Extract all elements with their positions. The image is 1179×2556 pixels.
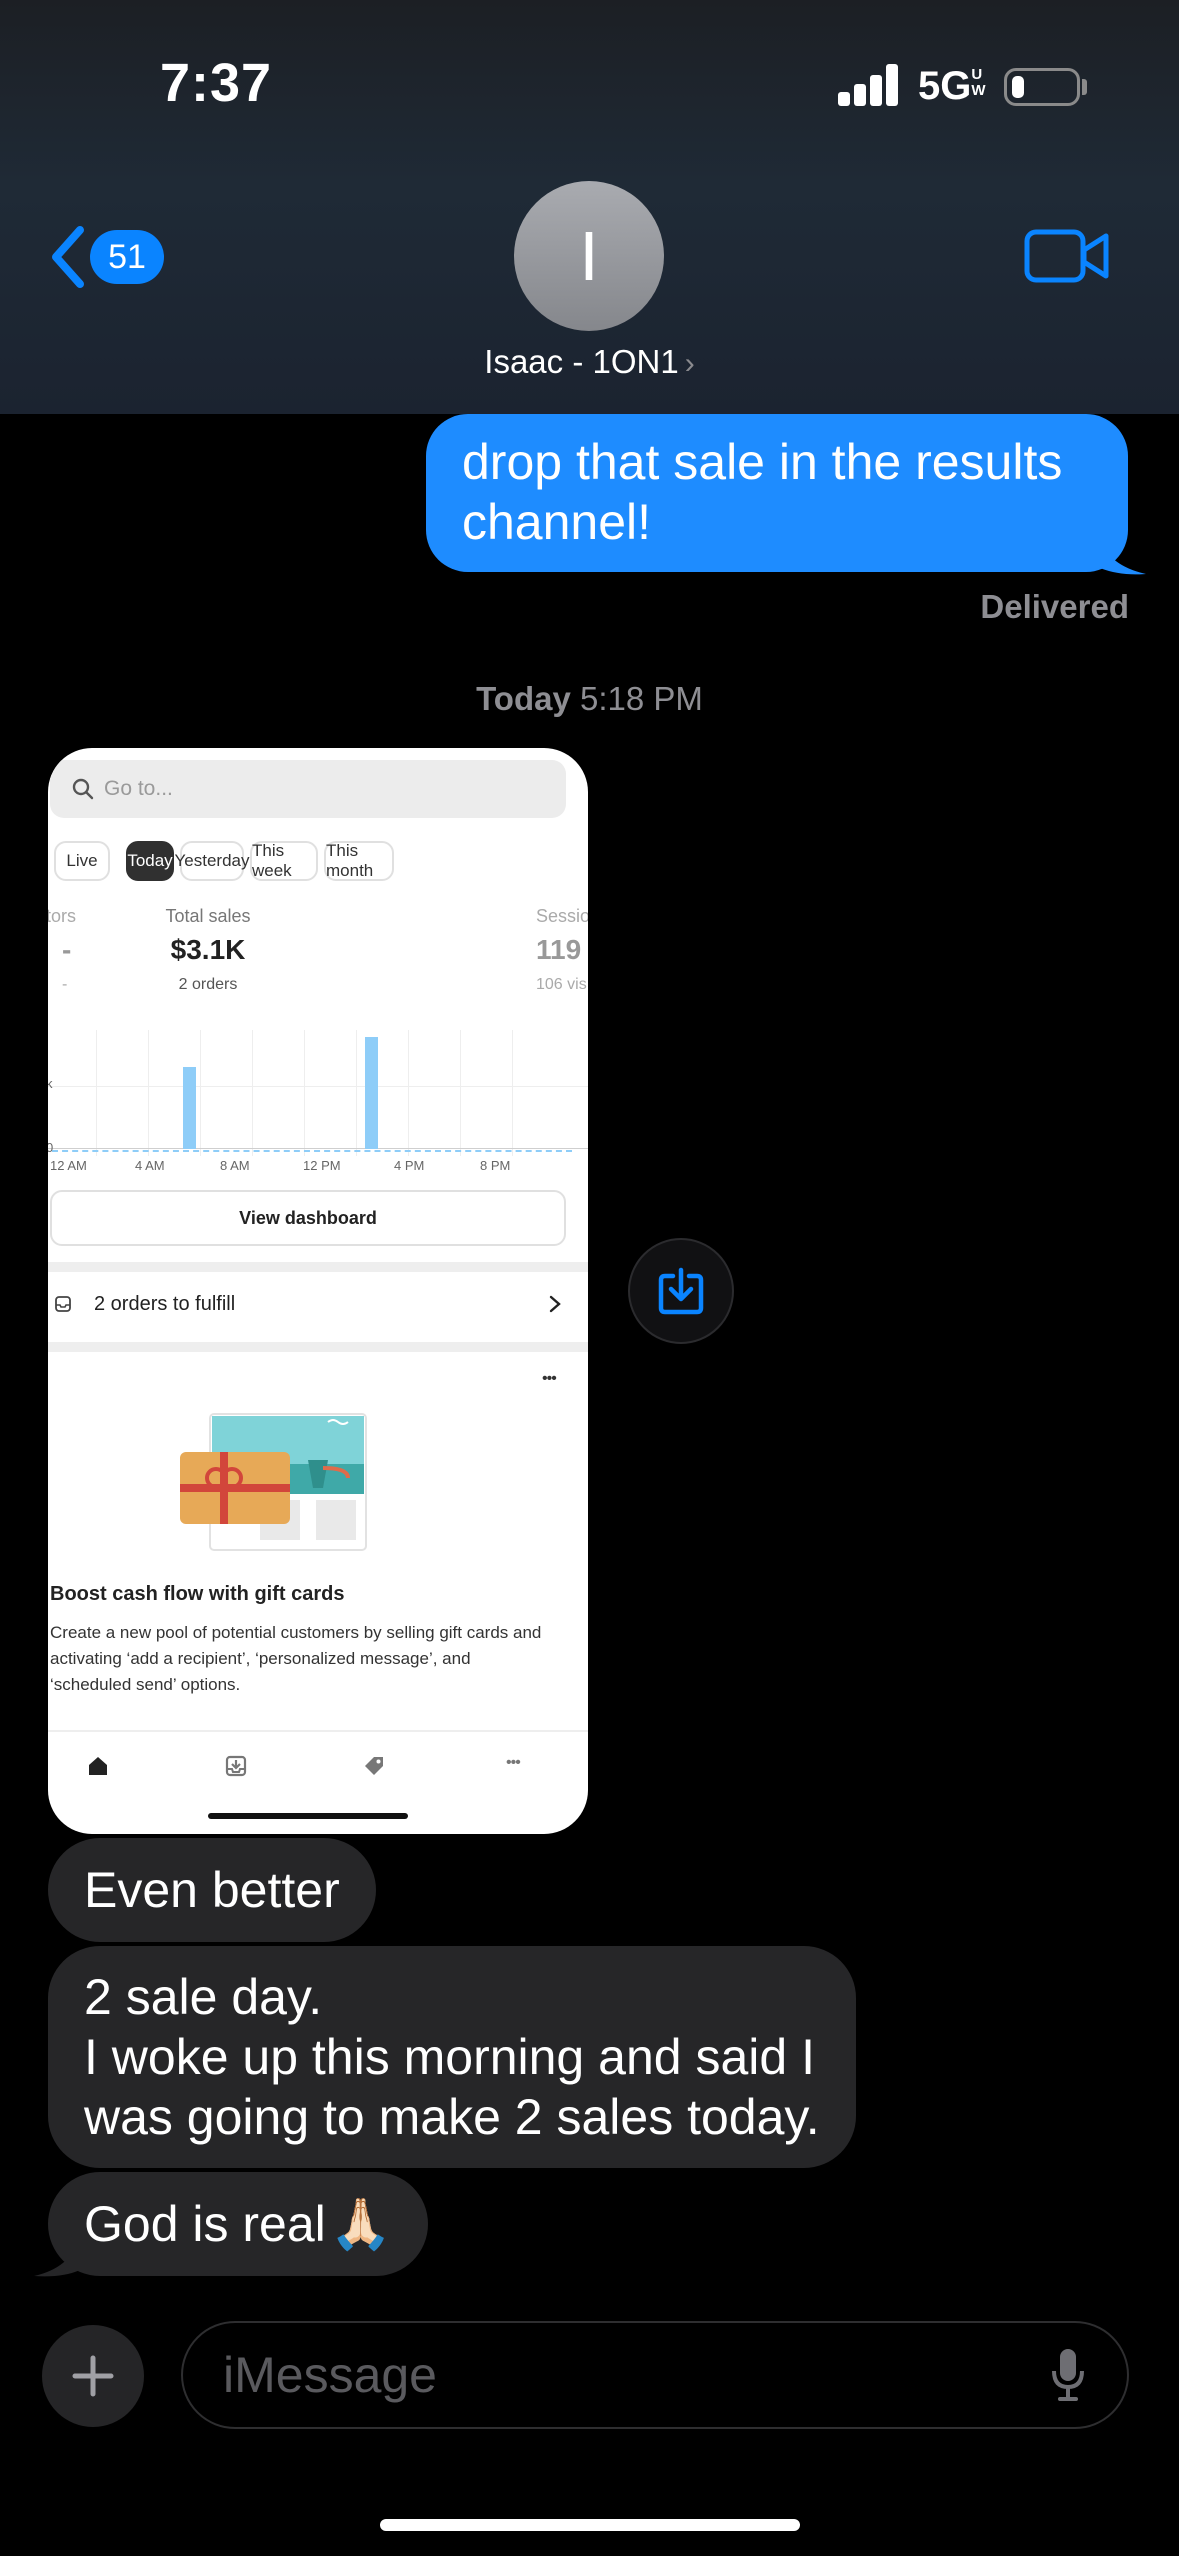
shot-chip-today: Today [126, 841, 174, 881]
message-line: 2 sale day. [84, 1969, 323, 2025]
cellular-signal-icon [838, 64, 900, 106]
search-icon [72, 778, 94, 800]
chevron-right-icon: › [684, 347, 695, 380]
unread-count-badge[interactable]: 51 [90, 230, 164, 284]
incoming-message-bubble[interactable]: God is real 🙏🏻 [48, 2172, 429, 2276]
shot-total-sales-label: Total sales [165, 906, 251, 926]
shot-metric-right-label: Sessio [536, 906, 588, 926]
facetime-video-icon[interactable] [1024, 228, 1110, 289]
conversation-header: 7:37 5GUW 51 I Isaac - 1ON1 › [0, 0, 1179, 414]
message-input[interactable]: iMessage [181, 2321, 1129, 2429]
status-time: 7:37 [160, 53, 273, 113]
shot-total-sales-value: $3.1K [170, 934, 246, 965]
network-type: 5GUW [918, 64, 986, 108]
shot-x-tick: 4 AM [135, 1158, 165, 1173]
message-input-placeholder: iMessage [223, 2347, 437, 2403]
contact-name-label: Isaac - 1ON1 [484, 343, 679, 380]
save-image-button[interactable] [628, 1238, 734, 1344]
shot-chip-this-month: This month [324, 841, 394, 881]
plus-icon [72, 2355, 114, 2397]
battery-icon [1004, 68, 1080, 106]
shot-chip-this-week: This week [250, 841, 318, 881]
shot-x-tick: 8 AM [220, 1158, 250, 1173]
gift-card-illustration [180, 1413, 367, 1551]
outgoing-message-bubble[interactable]: drop that sale in the results channel! [426, 414, 1128, 572]
shot-x-tick: 12 AM [50, 1158, 87, 1173]
shot-chip-live: Live [54, 841, 110, 881]
timestamp-day: Today [476, 680, 571, 717]
shot-chip-yesterday: Yesterday [175, 841, 250, 881]
chart-bar [183, 1067, 196, 1149]
timestamp-time: 5:18 PM [580, 680, 703, 717]
shot-total-sales-orders: 2 orders [178, 976, 238, 993]
microphone-icon[interactable] [1051, 2347, 1085, 2403]
message-line: I woke up this morning and said I [84, 2029, 815, 2085]
shot-boost-title: Boost cash flow with gift cards [50, 1583, 345, 1605]
incoming-message-bubble[interactable]: Even better [48, 1838, 376, 1942]
message-line: was going to make 2 sales today. [84, 2089, 820, 2145]
chevron-right-icon [549, 1295, 561, 1313]
download-icon [658, 1267, 704, 1315]
tag-icon [365, 1757, 383, 1775]
bubble-tail [1100, 540, 1146, 575]
contact-name[interactable]: Isaac - 1ON1 › [0, 343, 1179, 381]
shot-more-icon: ••• [542, 1370, 557, 1387]
inbox-icon [55, 1296, 71, 1312]
shot-metric-right-value: 119 [536, 934, 582, 965]
message-text: God is real [84, 2196, 326, 2252]
incoming-message-bubble[interactable]: 2 sale day. I woke up this morning and s… [48, 1946, 856, 2168]
shot-y-tick-0: 0 [48, 1140, 54, 1155]
shot-x-tick: 12 PM [303, 1158, 341, 1173]
chart-bar [365, 1037, 378, 1149]
shot-orders-to-fulfill: 2 orders to fulfill [94, 1292, 236, 1315]
shared-screenshot-image[interactable]: Go to... Live Today Yesterday This week … [48, 748, 588, 1834]
shot-metric-right-sub: 106 vis [536, 976, 587, 993]
home-icon [89, 1757, 107, 1775]
contact-avatar[interactable]: I [514, 181, 664, 331]
apps-plus-button[interactable] [42, 2325, 144, 2427]
shot-x-tick: 4 PM [394, 1158, 425, 1173]
shot-boost-description: Create a new pool of potential customers… [50, 1623, 542, 1694]
bubble-tail [34, 2238, 80, 2277]
shot-x-tick: 8 PM [480, 1158, 511, 1173]
orders-inbox-icon [225, 1755, 247, 1777]
shot-search-placeholder: Go to... [104, 777, 173, 800]
home-indicator [380, 2519, 800, 2531]
back-chevron-icon[interactable] [48, 226, 88, 293]
shot-nav-more-icon: ••• [506, 1754, 521, 1771]
shot-search-bar: Go to... [50, 760, 566, 818]
shot-view-dashboard-button: View dashboard [50, 1190, 566, 1246]
shot-home-indicator [208, 1813, 408, 1819]
message-timestamp: Today 5:18 PM [0, 680, 1179, 718]
delivered-status: Delivered [980, 588, 1129, 625]
shot-y-tick-k: k [48, 1076, 53, 1091]
praying-hands-emoji: 🙏🏻 [329, 2196, 393, 2252]
network-badge: UW [971, 66, 986, 99]
shot-orders-to-fulfill-row: 2 orders to fulfill [48, 1272, 588, 1336]
